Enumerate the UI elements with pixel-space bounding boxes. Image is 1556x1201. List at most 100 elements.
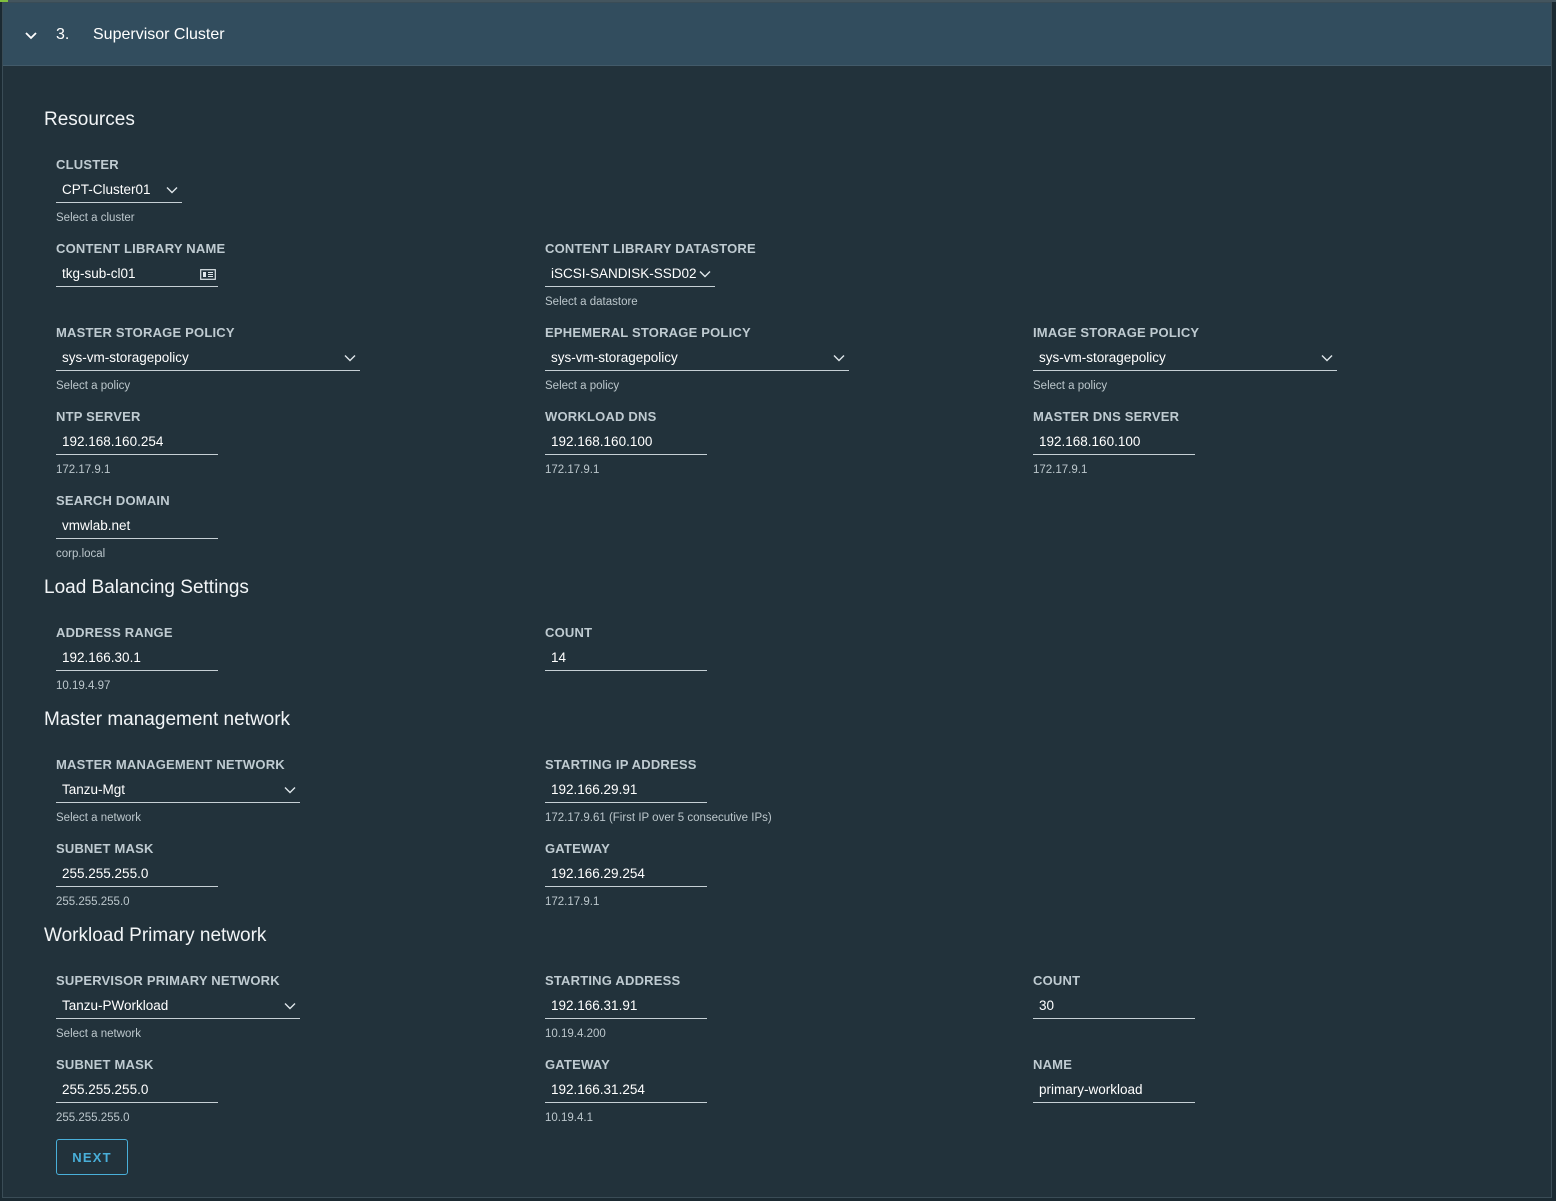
field-help: Select a policy bbox=[1033, 380, 1108, 392]
select-value: CPT-Cluster01 bbox=[62, 182, 151, 197]
workload-count-field: COUNT 30 bbox=[1033, 973, 1195, 1019]
workload-name-field: NAME primary-workload bbox=[1033, 1057, 1195, 1103]
field-help: 10.19.4.97 bbox=[56, 680, 111, 692]
input-value: 192.168.160.100 bbox=[1039, 434, 1141, 449]
section-title-master-network: Master management network bbox=[44, 709, 291, 730]
workload-dns-field: WORKLOAD DNS 192.168.160.100 172.17.9.1 bbox=[545, 409, 707, 476]
input-value: 192.166.31.254 bbox=[551, 1082, 645, 1097]
field-help: 172.17.9.1 bbox=[1033, 464, 1088, 476]
workload-gateway-input[interactable]: 192.166.31.254 bbox=[545, 1079, 707, 1103]
field-help: corp.local bbox=[56, 548, 106, 560]
step-number: 3. bbox=[56, 26, 70, 43]
select-value: sys-vm-storagepolicy bbox=[62, 350, 189, 365]
ntp-server-input[interactable]: 192.168.160.254 bbox=[56, 431, 218, 455]
master-starting-ip-field: STARTING IP ADDRESS 192.166.29.91 172.17… bbox=[545, 757, 772, 824]
field-help: 172.17.9.61 (First IP over 5 consecutive… bbox=[545, 812, 772, 824]
field-label: WORKLOAD DNS bbox=[545, 409, 657, 424]
field-label: SUBNET MASK bbox=[56, 1057, 154, 1072]
workload-starting-address-field: STARTING ADDRESS 192.166.31.91 10.19.4.2… bbox=[545, 973, 707, 1040]
library-card-icon[interactable] bbox=[200, 269, 216, 280]
input-value: 192.168.160.254 bbox=[62, 434, 164, 449]
search-domain-input[interactable]: vmwlab.net bbox=[56, 515, 218, 539]
field-help: 10.19.4.1 bbox=[545, 1112, 593, 1124]
input-value: primary-workload bbox=[1039, 1082, 1143, 1097]
field-label: EPHEMERAL STORAGE POLICY bbox=[545, 325, 751, 340]
chevron-down-icon bbox=[166, 187, 178, 194]
select-value: Tanzu-PWorkload bbox=[62, 998, 169, 1013]
master-subnet-mask-field: SUBNET MASK 255.255.255.0 255.255.255.0 bbox=[56, 841, 218, 908]
master-gateway-field: GATEWAY 192.166.29.254 172.17.9.1 bbox=[545, 841, 707, 908]
content-library-datastore-select[interactable]: iSCSI-SANDISK-SSD02 bbox=[545, 263, 715, 287]
chevron-down-icon[interactable] bbox=[23, 27, 39, 43]
master-dns-server-field: MASTER DNS SERVER 192.168.160.100 172.17… bbox=[1033, 409, 1195, 476]
step-header[interactable]: 3. Supervisor Cluster bbox=[3, 3, 1551, 66]
field-help: 255.255.255.0 bbox=[56, 1112, 130, 1124]
select-value: iSCSI-SANDISK-SSD02 bbox=[551, 266, 697, 281]
chevron-down-icon bbox=[284, 787, 296, 794]
content-library-name-input[interactable]: tkg-sub-cl01 bbox=[56, 263, 218, 287]
cluster-field: CLUSTER CPT-Cluster01 Select a cluster bbox=[56, 157, 182, 224]
select-value: Tanzu-Mgt bbox=[62, 782, 126, 797]
workload-starting-address-input[interactable]: 192.166.31.91 bbox=[545, 995, 707, 1019]
search-domain-field: SEARCH DOMAIN vmwlab.net corp.local bbox=[56, 493, 218, 560]
field-label: CONTENT LIBRARY NAME bbox=[56, 241, 226, 256]
content-library-datastore-field: CONTENT LIBRARY DATASTORE iSCSI-SANDISK-… bbox=[545, 241, 756, 308]
input-value: 255.255.255.0 bbox=[62, 866, 149, 881]
field-help: Select a network bbox=[56, 812, 142, 824]
field-help: Select a datastore bbox=[545, 296, 638, 308]
step-title: Supervisor Cluster bbox=[93, 26, 225, 43]
field-help: 172.17.9.1 bbox=[545, 464, 600, 476]
section-title-resources: Resources bbox=[44, 109, 135, 130]
input-value: 14 bbox=[551, 650, 567, 665]
field-label: SEARCH DOMAIN bbox=[56, 493, 170, 508]
workload-subnet-mask-field: SUBNET MASK 255.255.255.0 255.255.255.0 bbox=[56, 1057, 218, 1124]
field-help: Select a policy bbox=[56, 380, 131, 392]
workload-count-input[interactable]: 30 bbox=[1033, 995, 1195, 1019]
field-help: 172.17.9.1 bbox=[545, 896, 600, 908]
workload-dns-input[interactable]: 192.168.160.100 bbox=[545, 431, 707, 455]
workload-subnet-mask-input[interactable]: 255.255.255.0 bbox=[56, 1079, 218, 1103]
field-label: MASTER STORAGE POLICY bbox=[56, 325, 235, 340]
workload-gateway-field: GATEWAY 192.166.31.254 10.19.4.1 bbox=[545, 1057, 707, 1124]
master-subnet-mask-input[interactable]: 255.255.255.0 bbox=[56, 863, 218, 887]
field-label: COUNT bbox=[1033, 973, 1081, 988]
ephemeral-storage-policy-select[interactable]: sys-vm-storagepolicy bbox=[545, 347, 849, 371]
master-starting-ip-input[interactable]: 192.166.29.91 bbox=[545, 779, 707, 803]
field-label: CLUSTER bbox=[56, 157, 119, 172]
chevron-down-icon bbox=[699, 271, 711, 278]
master-gateway-input[interactable]: 192.166.29.254 bbox=[545, 863, 707, 887]
field-label: STARTING IP ADDRESS bbox=[545, 757, 697, 772]
input-value: vmwlab.net bbox=[62, 518, 131, 533]
field-label: SUPERVISOR PRIMARY NETWORK bbox=[56, 973, 280, 988]
lb-count-input[interactable]: 14 bbox=[545, 647, 707, 671]
address-range-input[interactable]: 192.166.30.1 bbox=[56, 647, 218, 671]
workload-name-input[interactable]: primary-workload bbox=[1033, 1079, 1195, 1103]
master-storage-policy-select[interactable]: sys-vm-storagepolicy bbox=[56, 347, 360, 371]
supervisor-primary-network-field: SUPERVISOR PRIMARY NETWORK Tanzu-PWorklo… bbox=[56, 973, 300, 1040]
ntp-server-field: NTP SERVER 192.168.160.254 172.17.9.1 bbox=[56, 409, 218, 476]
master-management-network-select[interactable]: Tanzu-Mgt bbox=[56, 779, 300, 803]
next-button[interactable]: NEXT bbox=[56, 1139, 128, 1175]
field-label: ADDRESS RANGE bbox=[56, 625, 173, 640]
image-storage-policy-select[interactable]: sys-vm-storagepolicy bbox=[1033, 347, 1337, 371]
input-value: 192.166.30.1 bbox=[62, 650, 141, 665]
cluster-select[interactable]: CPT-Cluster01 bbox=[56, 179, 182, 203]
input-value: 192.166.29.254 bbox=[551, 866, 645, 881]
ephemeral-storage-policy-field: EPHEMERAL STORAGE POLICY sys-vm-storagep… bbox=[545, 325, 849, 392]
supervisor-primary-network-select[interactable]: Tanzu-PWorkload bbox=[56, 995, 300, 1019]
field-help: 255.255.255.0 bbox=[56, 896, 130, 908]
field-help: Select a network bbox=[56, 1028, 142, 1040]
master-dns-server-input[interactable]: 192.168.160.100 bbox=[1033, 431, 1195, 455]
field-label: GATEWAY bbox=[545, 1057, 610, 1072]
field-label: MASTER MANAGEMENT NETWORK bbox=[56, 757, 285, 772]
field-label: IMAGE STORAGE POLICY bbox=[1033, 325, 1200, 340]
field-label: CONTENT LIBRARY DATASTORE bbox=[545, 241, 756, 256]
field-label: COUNT bbox=[545, 625, 593, 640]
input-value: 30 bbox=[1039, 998, 1055, 1013]
field-help: 10.19.4.200 bbox=[545, 1028, 606, 1040]
input-value: 192.166.31.91 bbox=[551, 998, 638, 1013]
input-value: 192.168.160.100 bbox=[551, 434, 653, 449]
field-label: NTP SERVER bbox=[56, 409, 141, 424]
chevron-down-icon bbox=[833, 355, 845, 362]
section-title-workload-network: Workload Primary network bbox=[44, 925, 267, 946]
